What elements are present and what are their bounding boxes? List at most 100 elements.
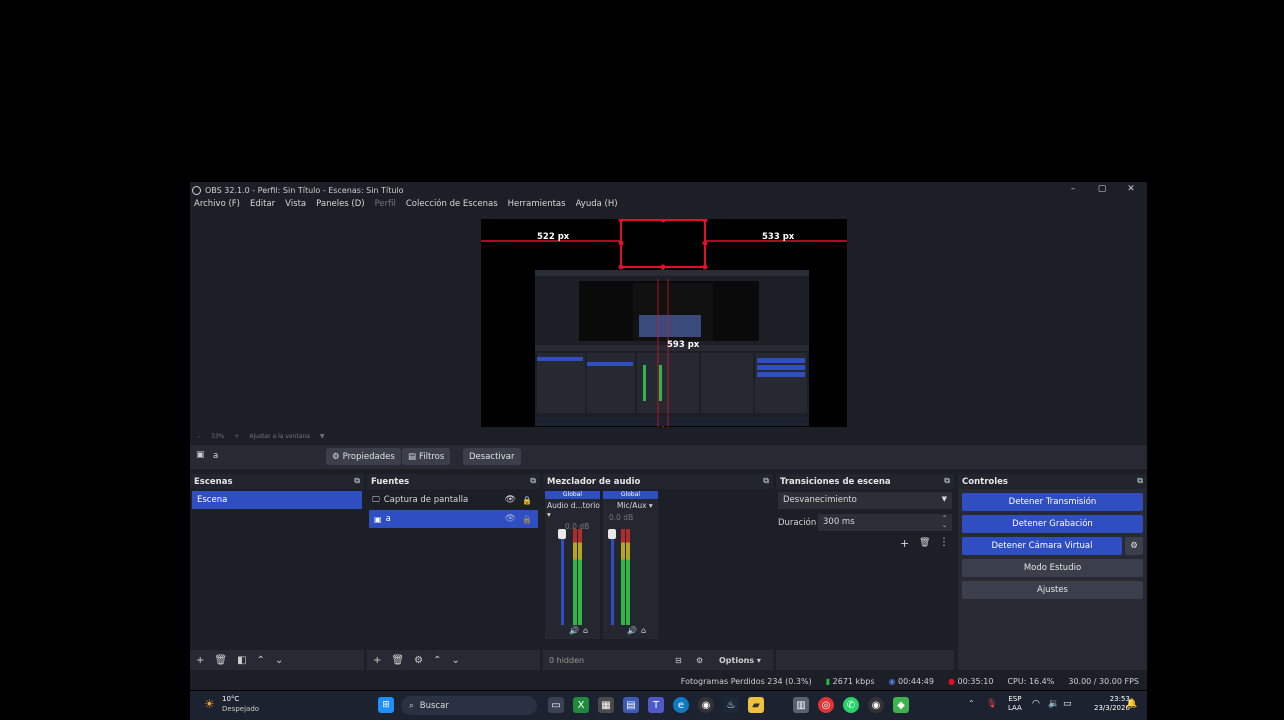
more-options-icon[interactable]: ⋮ [939,537,949,548]
add-scene-icon[interactable]: + [196,655,204,666]
preview-canvas[interactable]: 522 px 533 px 593 px [481,217,847,427]
battery-icon[interactable]: ▭ [1063,699,1072,709]
volume-slider-handle[interactable] [608,529,616,539]
filters-button[interactable]: ▤ Filtros [402,448,451,465]
studio-mode-button[interactable]: Modo Estudio [962,559,1143,577]
scene-filter-icon[interactable]: ◧ [237,655,246,666]
sources-header: Fuentes ⧉ [367,474,540,489]
volume-slider-handle[interactable] [558,529,566,539]
lock-icon[interactable]: 🔒 [522,496,532,505]
menu-editar[interactable]: Editar [250,199,275,213]
obs-taskbar-icon[interactable]: ◉ [698,697,714,713]
channel-name-text: Mic/Aux [617,501,647,510]
chrome-icon[interactable]: ◎ [818,697,834,713]
stepper-icon[interactable]: ⌃ ⌄ [942,515,947,529]
stop-virtualcam-button[interactable]: Detener Cámara Virtual [962,537,1122,555]
trash-icon[interactable]: 🗑 [919,538,930,548]
language-indicator[interactable]: ESP LAA [1008,695,1022,713]
add-source-icon[interactable]: + [373,655,381,666]
preview-area[interactable]: 522 px 533 px 593 px [190,215,1147,430]
windows-start-icon[interactable]: ⊞ [378,697,394,713]
calculator-icon[interactable]: ▦ [598,697,614,713]
scene-item[interactable]: Escena [192,491,362,509]
chevron-down-icon[interactable]: ▼ [320,433,325,440]
level-meter [621,529,625,625]
gear-icon[interactable]: ⚙ [1125,537,1143,555]
lock-icon[interactable]: 🔒 [522,515,532,524]
eye-icon[interactable]: 👁 [505,514,516,524]
eye-icon[interactable]: 👁 [505,495,516,505]
chevron-up-icon[interactable]: ⌃ [968,699,975,708]
zoom-in-button[interactable]: + [234,433,239,440]
menu-paneles[interactable]: Paneles (D) [316,199,364,213]
chevron-down-icon[interactable]: ▾ [547,510,551,519]
stop-record-button[interactable]: Detener Grabación [962,515,1143,533]
undock-icon[interactable]: ⧉ [763,476,769,486]
menu-herramientas[interactable]: Herramientas [508,199,566,213]
transition-select[interactable]: Desvanecimiento ▼ [778,492,952,509]
menu-ayuda[interactable]: Ayuda (H) [576,199,618,213]
weather-temp: 10°C [222,695,240,703]
notification-bell-icon[interactable]: 🔔 [1126,699,1137,709]
search-box[interactable]: ⌕ Buscar [401,696,537,715]
notepad-icon[interactable]: ▥ [793,697,809,713]
clock[interactable]: 23:53 23/3/2026 [1094,695,1130,713]
move-down-icon[interactable]: ⌄ [275,655,283,666]
move-up-icon[interactable]: ⌃ [257,655,265,666]
channel-name[interactable]: Audio d...torio ▾ [545,501,600,519]
undock-icon[interactable]: ⧉ [1137,476,1143,486]
channel-name[interactable]: Mic/Aux ▾ [603,501,658,510]
teams-icon[interactable]: T [648,697,664,713]
volume-icon[interactable]: 🔉 [1048,699,1059,709]
maximize-button[interactable]: ▢ [1095,184,1109,194]
layout-icon[interactable]: ⊟ [675,656,682,665]
task-view-icon[interactable]: ▭ [548,697,564,713]
app-icon[interactable]: ◆ [893,697,909,713]
camera-icon: ▣ [196,450,205,460]
chevron-down-icon[interactable]: ▾ [649,501,653,510]
add-transition-icon[interactable]: + [900,537,909,550]
measure-right-label: 533 px [762,232,795,242]
deactivate-button[interactable]: Desactivar [463,448,521,465]
headphones-icon[interactable]: ⌂ [583,626,588,635]
folder-icon[interactable]: ▰ [748,697,764,713]
obs-recording-icon[interactable]: ◉ [868,697,884,713]
undock-icon[interactable]: ⧉ [944,476,950,486]
volume-slider[interactable] [611,529,614,625]
store-icon[interactable]: ▤ [623,697,639,713]
move-down-icon[interactable]: ⌄ [451,655,459,666]
minimize-button[interactable]: – [1066,184,1080,194]
options-button[interactable]: Options ▾ [719,656,761,665]
microphone-icon[interactable]: 🎙 [986,699,997,709]
menu-perfil[interactable]: Perfil [375,199,396,213]
properties-button[interactable]: ⚙ Propiedades [326,448,401,465]
menu-archivo[interactable]: Archivo (F) [194,199,240,213]
move-up-icon[interactable]: ⌃ [433,655,441,666]
gear-icon[interactable]: ⚙ [414,655,423,666]
headphones-icon[interactable]: ⌂ [641,626,646,635]
source-item[interactable]: ▣ a 👁 🔒 [369,510,538,528]
duration-input[interactable]: 300 ms ⌃ ⌄ [818,514,952,531]
zoom-fit-select[interactable]: Ajustar a la ventana [249,433,310,440]
channel-badge: Global [545,491,600,499]
wifi-icon[interactable]: ◠ [1032,699,1040,709]
settings-icon[interactable]: ⚙ [696,656,703,665]
whatsapp-icon[interactable]: ✆ [843,697,859,713]
volume-slider[interactable] [561,529,564,625]
edge-icon[interactable]: e [673,697,689,713]
steam-icon[interactable]: ♨ [723,697,739,713]
speaker-icon[interactable]: 🔊 [569,626,579,635]
excel-icon[interactable]: X [573,697,589,713]
trash-icon[interactable]: 🗑 [214,655,227,666]
menu-coleccion-escenas[interactable]: Colección de Escenas [406,199,498,213]
undock-icon[interactable]: ⧉ [354,476,360,486]
undock-icon[interactable]: ⧉ [530,476,536,486]
speaker-icon[interactable]: 🔊 [627,626,637,635]
source-item[interactable]: 🖵 Captura de pantalla 👁 🔒 [367,491,540,509]
zoom-out-button[interactable]: – [198,433,201,440]
close-button[interactable]: ✕ [1124,184,1138,194]
settings-button[interactable]: Ajustes [962,581,1143,599]
trash-icon[interactable]: 🗑 [391,655,404,666]
stop-stream-button[interactable]: Detener Transmisión [962,493,1143,511]
menu-vista[interactable]: Vista [285,199,306,213]
